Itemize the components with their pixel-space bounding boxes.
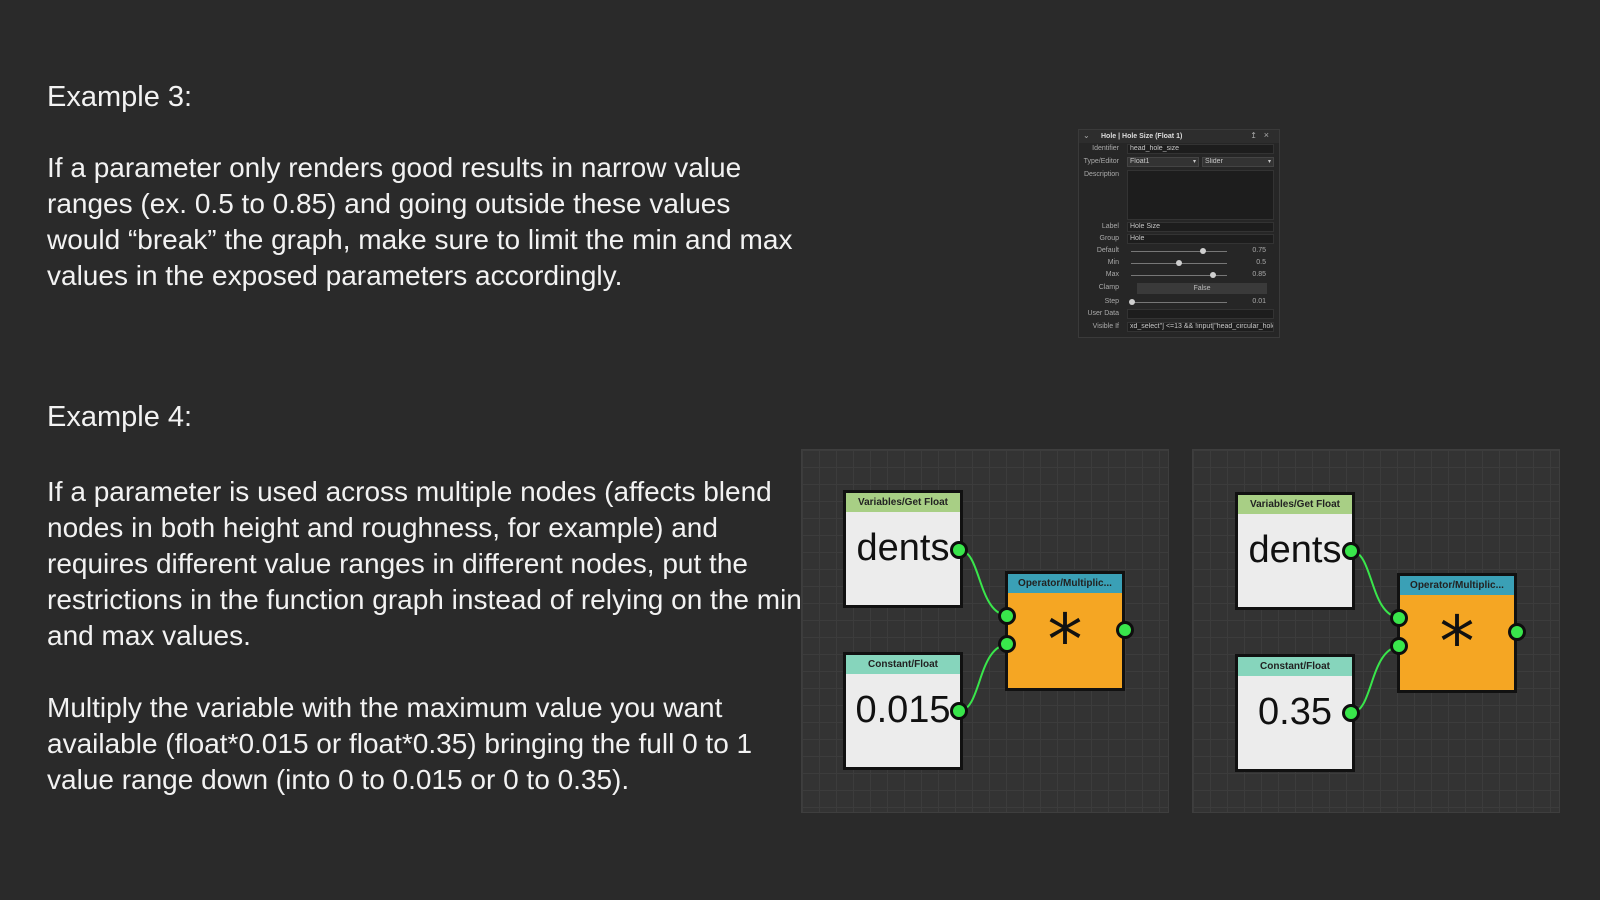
panel-title: Hole | Hole Size (Float 1) (1101, 133, 1183, 140)
min-label: Min (1107, 259, 1119, 266)
default-slider[interactable] (1131, 248, 1227, 254)
step-slider[interactable] (1128, 299, 1227, 305)
close-icon[interactable]: × (1264, 130, 1269, 140)
constant-float-output-port[interactable] (950, 702, 968, 720)
max-value: 0.85 (1252, 271, 1266, 278)
description-label: Description (1083, 171, 1119, 178)
clamp-label: Clamp (1098, 284, 1119, 291)
multiply-input-a-port[interactable] (998, 607, 1016, 625)
example-3-heading: Example 3: (47, 81, 193, 113)
example-3-body: If a parameter only renders good results… (47, 152, 793, 291)
label-field[interactable]: Hole Size (1127, 222, 1274, 232)
description-field[interactable] (1127, 170, 1274, 220)
step-label: Step (1104, 298, 1119, 305)
max-label: Max (1105, 271, 1119, 278)
constant-float-output-port[interactable] (1342, 704, 1360, 722)
constant-float-node-value: 0.35 (1258, 691, 1332, 733)
multiply-node-title: Operator/Multiplic... (1008, 574, 1122, 593)
example-4-body-2: Multiply the variable with the maximum v… (47, 692, 753, 795)
type-dropdown-arrow-icon: ▾ (1192, 159, 1196, 165)
node-graph-1[interactable]: Variables/Get Float dents Constant/Float… (801, 449, 1169, 813)
example-4-heading: Example 4: (47, 401, 193, 433)
user-data-field[interactable] (1127, 309, 1274, 319)
get-float-node[interactable]: Variables/Get Float dents (843, 490, 963, 608)
clamp-toggle[interactable]: False (1137, 283, 1267, 294)
node-graph-2[interactable]: Variables/Get Float dents Constant/Float… (1192, 449, 1560, 813)
multiply-input-a-port[interactable] (1390, 609, 1408, 627)
step-value: 0.01 (1252, 298, 1266, 305)
constant-float-node[interactable]: Constant/Float 0.35 (1235, 654, 1355, 772)
multiply-output-port[interactable] (1116, 621, 1134, 639)
multiply-input-b-port[interactable] (1390, 637, 1408, 655)
get-float-node-title: Variables/Get Float (1238, 495, 1352, 514)
get-float-output-port[interactable] (1342, 542, 1360, 560)
get-float-output-port[interactable] (950, 541, 968, 559)
editor-value: Slider (1205, 158, 1223, 165)
multiply-output-port[interactable] (1508, 623, 1526, 641)
min-value: 0.5 (1256, 259, 1266, 266)
default-value: 0.75 (1252, 247, 1266, 254)
multiply-icon: * (1047, 599, 1083, 681)
multiply-operator-node[interactable]: Operator/Multiplic... * (1397, 573, 1517, 693)
group-label: Group (1099, 235, 1119, 242)
type-editor-label: Type/Editor (1083, 158, 1119, 165)
identifier-label: Identifier (1092, 145, 1119, 152)
group-field[interactable]: Hole (1127, 234, 1274, 244)
min-slider[interactable] (1131, 260, 1227, 266)
multiply-icon: * (1439, 601, 1475, 683)
constant-float-node-title: Constant/Float (1238, 657, 1352, 676)
visible-if-label: Visible If (1092, 323, 1119, 330)
identifier-field[interactable]: head_hole_size (1127, 144, 1274, 154)
step-slider-thumb[interactable] (1128, 299, 1135, 305)
max-slider-thumb[interactable] (1209, 272, 1216, 278)
default-slider-thumb[interactable] (1200, 248, 1206, 254)
max-slider[interactable] (1131, 272, 1227, 278)
multiply-node-title: Operator/Multiplic... (1400, 576, 1514, 595)
multiply-input-b-port[interactable] (998, 635, 1016, 653)
label-label: Label (1101, 223, 1119, 230)
type-dropdown[interactable]: Float1 ▾ (1127, 157, 1199, 167)
editor-dropdown-arrow-icon: ▾ (1267, 159, 1271, 165)
constant-float-node-value: 0.015 (855, 689, 951, 731)
get-float-node[interactable]: Variables/Get Float dents (1235, 492, 1355, 610)
export-icon[interactable]: ↥ (1250, 131, 1257, 140)
get-float-node-title: Variables/Get Float (846, 493, 960, 512)
visible-if-field[interactable]: xd_select"] <=13 && !input["head_circula… (1127, 322, 1274, 332)
example-4-body-1: If a parameter is used across multiple n… (47, 476, 802, 651)
constant-float-node-title: Constant/Float (846, 655, 960, 674)
user-data-label: User Data (1087, 310, 1119, 317)
constant-float-node[interactable]: Constant/Float 0.015 (843, 652, 963, 770)
type-value: Float1 (1130, 158, 1150, 165)
default-label: Default (1096, 247, 1119, 254)
get-float-node-value: dents (1248, 529, 1342, 571)
panel-header: ⌄ Hole | Hole Size (Float 1) ↥ × (1079, 130, 1279, 143)
editor-dropdown[interactable]: Slider ▾ (1202, 157, 1274, 167)
collapse-chevron-icon[interactable]: ⌄ (1083, 131, 1090, 140)
min-slider-thumb[interactable] (1176, 260, 1182, 266)
parameter-panel: ⌄ Hole | Hole Size (Float 1) ↥ × Identif… (1078, 129, 1280, 338)
get-float-node-value: dents (856, 527, 950, 569)
multiply-operator-node[interactable]: Operator/Multiplic... * (1005, 571, 1125, 691)
